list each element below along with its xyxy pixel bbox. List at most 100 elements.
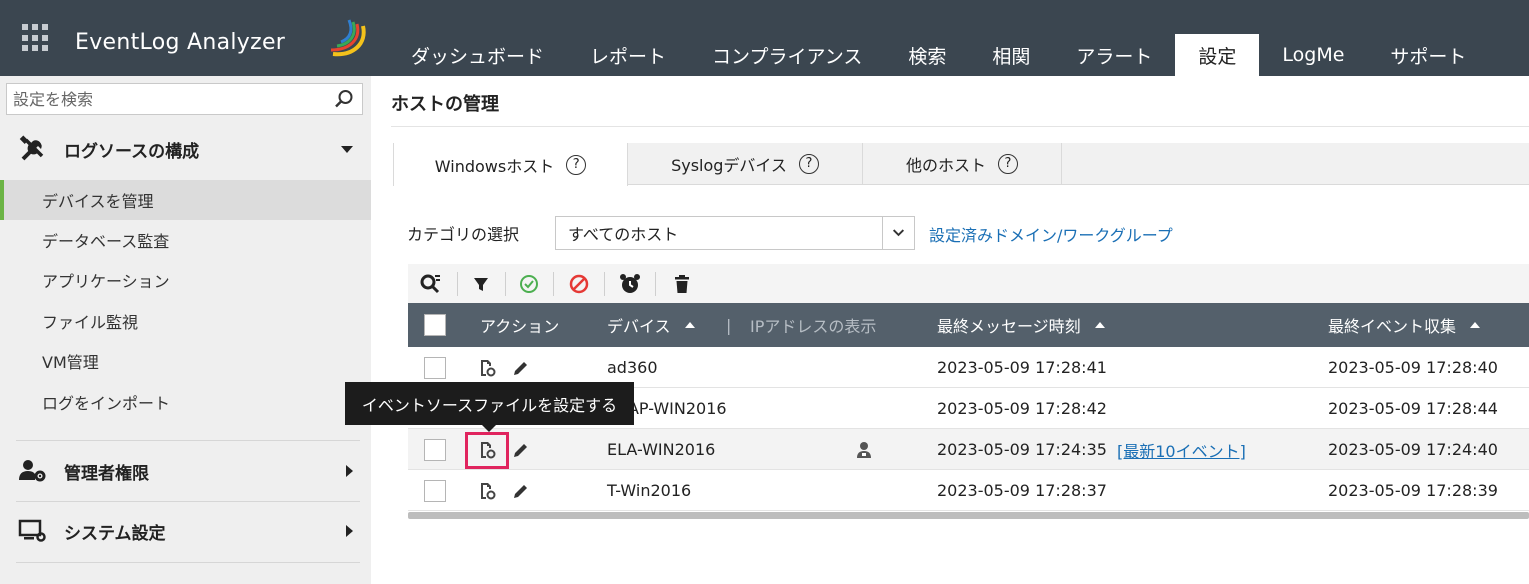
nav-alerts[interactable]: アラート — [1053, 34, 1175, 76]
last-event-time: 2023-05-09 17:28:44 — [1328, 399, 1498, 418]
divider — [16, 440, 360, 441]
enable-icon[interactable] — [517, 272, 541, 296]
monitor-gear-icon — [18, 519, 46, 542]
tab-other-hosts[interactable]: 他のホスト ? — [863, 143, 1062, 185]
host-type-tabs: Windowsホスト ? Syslogデバイス ? 他のホスト ? — [393, 143, 1529, 186]
section-system-settings[interactable]: システム設定 — [0, 508, 371, 554]
app-grid-icon[interactable] — [22, 24, 50, 52]
column-label: 最終メッセージ時刻 — [937, 317, 1081, 336]
last-event-time: 2023-05-09 17:24:40 — [1328, 440, 1498, 459]
section-admin-privileges[interactable]: 管理者権限 — [0, 448, 371, 494]
help-icon[interactable]: ? — [566, 154, 587, 175]
select-all-cell — [424, 303, 446, 347]
divider — [391, 126, 1529, 127]
toolbar-separator — [604, 272, 605, 296]
alarm-icon[interactable] — [618, 272, 642, 296]
column-last-message-time[interactable]: 最終メッセージ時刻 — [937, 303, 1105, 347]
help-icon[interactable]: ? — [798, 154, 819, 174]
delete-icon[interactable] — [670, 272, 694, 296]
category-select[interactable]: すべてのホスト — [555, 216, 915, 250]
sidebar-item-manage-devices[interactable]: デバイスを管理 — [0, 180, 371, 220]
chevron-down-icon — [882, 217, 905, 249]
tooltip: イベントソースファイルを設定する — [345, 382, 634, 425]
toolbar-separator — [553, 272, 554, 296]
latest-10-events-link[interactable]: [最新10イベント] — [1117, 438, 1246, 462]
configure-event-source-icon[interactable] — [477, 481, 497, 501]
select-all-checkbox[interactable] — [424, 314, 446, 336]
section-log-source-config[interactable]: ログソースの構成 — [0, 126, 371, 172]
section-label: システム設定 — [64, 523, 166, 544]
main-nav: ダッシュボード レポート コンプライアンス 検索 相関 アラート 設定 LogM… — [388, 34, 1489, 76]
device-name[interactable]: ELA-WIN2016 — [607, 429, 715, 470]
tab-label: Syslogデバイス — [671, 156, 787, 175]
search-filter-icon[interactable] — [418, 272, 442, 296]
last-message-time: 2023-05-09 17:24:35 — [937, 440, 1107, 459]
column-label: 最終イベント収集 — [1328, 317, 1457, 336]
sidebar-item-file-monitoring[interactable]: ファイル監視 — [0, 301, 371, 341]
main-content: ホストの管理 Windowsホスト ? Syslogデバイス ? 他のホスト ?… — [371, 76, 1529, 584]
nav-logme[interactable]: LogMe — [1259, 34, 1367, 76]
edit-pencil-icon[interactable] — [511, 358, 531, 378]
table-row: T-Win2016 2023-05-09 17:28:37 2023-05-09… — [408, 470, 1529, 511]
settings-sidebar: ログソースの構成 デバイスを管理 データベース監査 アプリケーション ファイル監… — [0, 76, 371, 584]
row-checkbox[interactable] — [424, 479, 446, 502]
row-select — [424, 429, 446, 470]
column-last-event-collected[interactable]: 最終イベント収集 — [1328, 303, 1481, 347]
sidebar-item-import-logs[interactable]: ログをインポート — [0, 382, 371, 422]
category-label: カテゴリの選択 — [407, 225, 520, 244]
table-toolbar — [408, 264, 1529, 304]
last-event-time: 2023-05-09 17:28:39 — [1328, 481, 1498, 500]
nav-correlation[interactable]: 相関 — [969, 34, 1053, 76]
section-label: ログソースの構成 — [64, 141, 200, 162]
horizontal-scrollbar[interactable] — [408, 512, 1529, 519]
edit-pencil-icon[interactable] — [511, 440, 531, 460]
help-icon[interactable]: ? — [998, 154, 1018, 174]
tab-label: 他のホスト — [905, 156, 986, 175]
tab-label: Windowsホスト — [434, 156, 555, 176]
last-event-time: 2023-05-09 17:28:40 — [1328, 358, 1498, 377]
row-checkbox[interactable] — [424, 438, 446, 461]
highlight-box — [465, 432, 509, 469]
logo-swirl-icon — [330, 19, 366, 57]
configure-event-source-icon[interactable] — [477, 358, 497, 378]
row-checkbox[interactable] — [424, 356, 446, 379]
nav-settings[interactable]: 設定 — [1175, 34, 1260, 76]
latest-events-cell: [最新10イベント] — [1117, 429, 1246, 470]
table-header: アクション デバイス | IPアドレスの表示 最終メッセージ時刻 最終イベント収… — [408, 303, 1529, 347]
sidebar-item-database-audit[interactable]: データベース監査 — [0, 220, 371, 260]
tab-windows-hosts[interactable]: Windowsホスト ? — [393, 143, 628, 186]
nav-dashboard[interactable]: ダッシュボード — [388, 34, 567, 76]
table-row: ELA-WIN2016 2023-05-09 17:24:35 [最新10イベン… — [408, 429, 1529, 470]
nav-compliance[interactable]: コンプライアンス — [689, 34, 885, 76]
row-select — [424, 470, 446, 511]
search-icon[interactable] — [334, 89, 354, 109]
filter-icon[interactable] — [469, 272, 493, 296]
action-cell — [477, 470, 531, 511]
show-ip-toggle[interactable]: IPアドレスの表示 — [750, 303, 876, 347]
device-name[interactable]: T-Win2016 — [607, 470, 691, 511]
edit-pencil-icon[interactable] — [511, 481, 531, 501]
agent-user-icon[interactable] — [854, 440, 874, 460]
tooltip-arrow — [482, 425, 496, 432]
chevron-right-icon — [346, 465, 353, 477]
settings-search — [6, 83, 363, 115]
configured-domain-link[interactable]: 設定済みドメイン/ワークグループ — [929, 222, 1173, 246]
last-message-time: 2023-05-09 17:28:37 — [937, 481, 1107, 500]
nav-search[interactable]: 検索 — [885, 34, 969, 76]
tab-syslog-devices[interactable]: Syslogデバイス ? — [628, 143, 863, 185]
sidebar-item-vm-management[interactable]: VM管理 — [0, 341, 371, 381]
disable-icon[interactable] — [567, 272, 591, 296]
sidebar-item-applications[interactable]: アプリケーション — [0, 260, 371, 300]
settings-search-input[interactable] — [7, 84, 317, 114]
column-device[interactable]: デバイス — [607, 303, 695, 347]
sort-ascending-icon — [684, 322, 695, 328]
nav-reports[interactable]: レポート — [567, 34, 689, 76]
nav-support[interactable]: サポート — [1367, 34, 1489, 76]
column-label: デバイス — [607, 317, 671, 336]
column-separator: | — [726, 315, 732, 335]
sort-ascending-icon — [1094, 322, 1105, 328]
app-name: EventLog Analyzer — [75, 30, 286, 55]
admin-user-gear-icon — [19, 460, 46, 482]
divider — [16, 562, 360, 563]
last-message-time: 2023-05-09 17:28:42 — [937, 399, 1107, 418]
